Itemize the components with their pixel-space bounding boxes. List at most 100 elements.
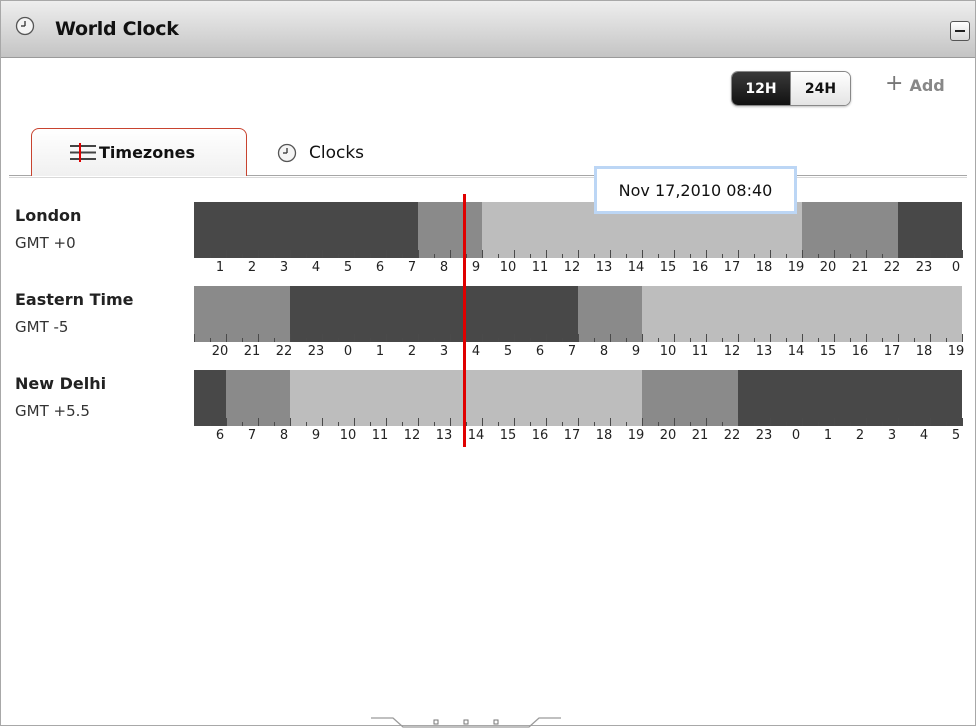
tick-mark (802, 250, 803, 258)
hour-ticks (194, 418, 963, 426)
hour-label: 14 (627, 260, 645, 275)
tick-mark (290, 418, 291, 426)
hour-label: 23 (755, 428, 773, 443)
hour-ticks (194, 250, 963, 258)
tick-mark (370, 254, 371, 258)
tick-mark (610, 250, 611, 258)
plus-icon: + (885, 71, 904, 96)
tab-clocks-label: Clocks (309, 143, 365, 163)
hour-label: 10 (499, 260, 517, 275)
tick-mark (866, 250, 867, 258)
hour-label: 16 (851, 344, 869, 359)
resize-grip[interactable] (371, 710, 561, 728)
tick-mark (642, 334, 643, 342)
tick-mark (210, 338, 211, 342)
timezone-name: New Delhi (15, 374, 107, 393)
tick-mark (754, 254, 755, 258)
clock-icon (15, 16, 35, 36)
tick-mark (882, 422, 883, 426)
tick-mark (514, 418, 515, 426)
tick-mark (434, 254, 435, 258)
tick-mark (834, 334, 835, 342)
add-label: Add (909, 75, 945, 95)
tick-mark (418, 418, 419, 426)
hour-label: 15 (659, 260, 677, 275)
tick-mark (866, 418, 867, 426)
hour-label: 11 (371, 428, 389, 443)
hour-labels: 20 21 22 23 0 1 2 3 4 5 6 7 8 9 10 11 12 13 14 15 16 17 18 19 (194, 344, 965, 360)
tick-mark (434, 422, 435, 426)
tick-mark (658, 254, 659, 258)
tick-mark (690, 254, 691, 258)
tick-mark (882, 338, 883, 342)
hour-label: 4 (919, 428, 929, 443)
tick-mark (626, 338, 627, 342)
tick-mark (946, 254, 947, 258)
format-12h-button[interactable]: 12H (732, 72, 790, 105)
hour-label: 14 (787, 344, 805, 359)
tick-mark (530, 254, 531, 258)
tick-mark (722, 338, 723, 342)
hour-label: 6 (215, 428, 225, 443)
tick-mark (770, 250, 771, 258)
hour-label: 22 (723, 428, 741, 443)
tick-mark (690, 422, 691, 426)
tick-mark (402, 254, 403, 258)
hour-label: 16 (531, 428, 549, 443)
hour-label: 3 (279, 260, 289, 275)
tick-mark (610, 334, 611, 342)
tick-mark (802, 418, 803, 426)
add-button[interactable]: + Add (885, 71, 945, 98)
tabs-divider-shadow (9, 177, 967, 178)
tick-mark (866, 334, 867, 342)
hour-label: 7 (567, 344, 577, 359)
tick-mark (914, 422, 915, 426)
hour-label: 19 (787, 260, 805, 275)
tick-mark (226, 250, 227, 258)
hour-label: 3 (439, 344, 449, 359)
hour-label: 23 (915, 260, 933, 275)
current-time-marker[interactable] (463, 194, 466, 447)
tab-clocks[interactable]: Clocks (277, 135, 364, 171)
tick-mark (626, 422, 627, 426)
tick-mark (594, 422, 595, 426)
tick-mark (738, 334, 739, 342)
hour-label: 10 (339, 428, 357, 443)
tick-mark (642, 250, 643, 258)
tick-mark (290, 334, 291, 342)
tick-mark (498, 254, 499, 258)
time-format-toggle[interactable]: 12H 24H (731, 71, 851, 106)
hour-label: 15 (499, 428, 517, 443)
hour-label: 1 (375, 344, 385, 359)
tick-mark (658, 338, 659, 342)
tick-mark (274, 338, 275, 342)
minimize-button[interactable] (950, 21, 970, 41)
tick-mark (210, 254, 211, 258)
tick-mark (306, 338, 307, 342)
tick-mark (898, 418, 899, 426)
tick-mark (818, 254, 819, 258)
tick-mark (274, 422, 275, 426)
format-24h-button[interactable]: 24H (790, 72, 850, 105)
tick-mark (770, 418, 771, 426)
tick-mark (546, 334, 547, 342)
hour-label: 18 (915, 344, 933, 359)
hour-label: 22 (883, 260, 901, 275)
tick-mark (626, 254, 627, 258)
hour-label: 1 (823, 428, 833, 443)
hour-label: 17 (723, 260, 741, 275)
hour-label: 3 (887, 428, 897, 443)
tick-mark (850, 422, 851, 426)
tick-mark (578, 418, 579, 426)
title-bar: World Clock (1, 1, 975, 58)
tick-mark (450, 418, 451, 426)
timezone-offset: GMT +5.5 (15, 402, 90, 420)
tick-mark (530, 422, 531, 426)
tick-mark (706, 334, 707, 342)
tick-mark (322, 334, 323, 342)
hour-label: 11 (531, 260, 549, 275)
tab-timezones[interactable]: Timezones (31, 128, 247, 176)
hour-label: 10 (659, 344, 677, 359)
tick-mark (466, 254, 467, 258)
hour-label: 11 (691, 344, 709, 359)
